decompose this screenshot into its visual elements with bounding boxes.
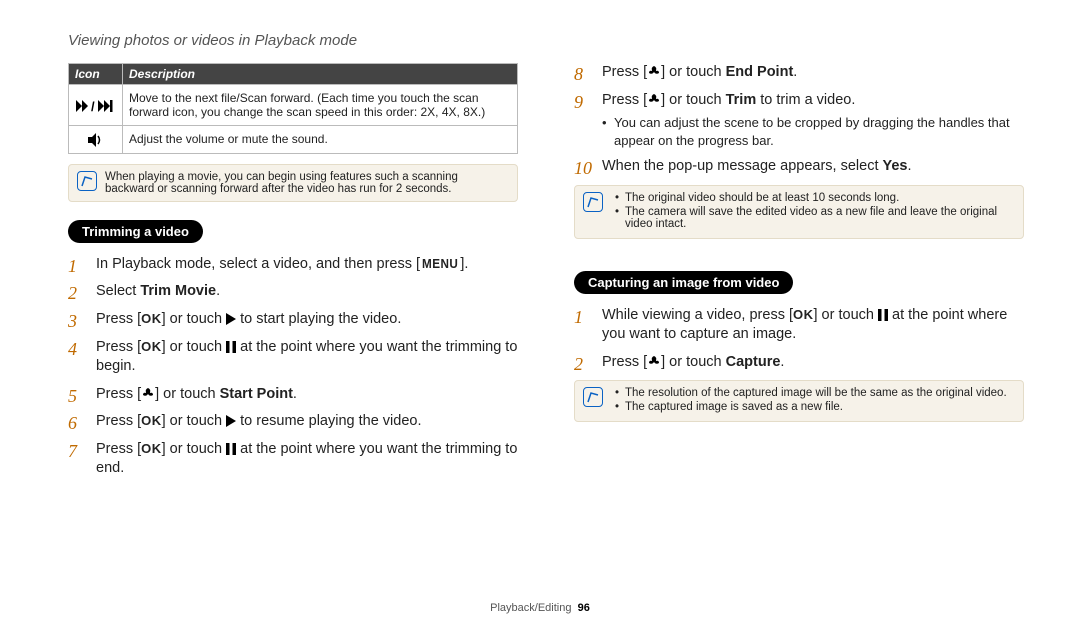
- note-box-capture: The resolution of the captured image wil…: [574, 380, 1024, 422]
- desc-volume: Adjust the volume or mute the sound.: [123, 126, 518, 154]
- step-9-note: You can adjust the scene to be cropped b…: [602, 114, 1024, 149]
- step-3: Press [OK] or touch to start playing the…: [68, 310, 518, 330]
- macro-flower-icon: [647, 354, 661, 368]
- menu-button-label: MENU: [422, 255, 458, 273]
- th-description: Description: [123, 64, 518, 85]
- macro-flower-icon: [141, 386, 155, 400]
- step-9: Press [] or touch Trim to trim a video. …: [574, 91, 1024, 150]
- note-box-trim-constraints: The original video should be at least 10…: [574, 185, 1024, 239]
- note-icon: [583, 387, 603, 407]
- capture-step-1: While viewing a video, press [OK] or tou…: [574, 306, 1024, 345]
- note-box-playback-delay: When playing a movie, you can begin usin…: [68, 164, 518, 202]
- note-icon: [583, 192, 603, 212]
- step-5: Press [] or touch Start Point.: [68, 385, 518, 405]
- step-4: Press [OK] or touch at the point where y…: [68, 338, 518, 377]
- fastforward-next-icon: /: [69, 85, 123, 126]
- macro-flower-icon: [647, 92, 661, 106]
- icon-description-table: Icon Description /: [68, 63, 518, 154]
- note-text: When playing a movie, you can begin usin…: [105, 171, 509, 195]
- steps-capture: While viewing a video, press [OK] or tou…: [574, 306, 1024, 373]
- table-row: / Move to the next file/Scan forward. (E…: [69, 85, 518, 126]
- pause-icon: [878, 309, 888, 321]
- th-icon: Icon: [69, 64, 123, 85]
- steps-trimming: In Playback mode, select a video, and th…: [68, 255, 518, 479]
- ok-button-label: OK: [793, 307, 814, 322]
- right-column: Press [] or touch End Point. Press [] or…: [574, 63, 1024, 487]
- step-1: In Playback mode, select a video, and th…: [68, 255, 518, 275]
- volume-icon: [69, 126, 123, 154]
- note-text: The camera will save the edited video as…: [615, 206, 1015, 230]
- capture-step-2: Press [] or touch Capture.: [574, 353, 1024, 373]
- pause-icon: [226, 443, 236, 455]
- svg-text:/: /: [91, 100, 95, 112]
- note-text: The original video should be at least 10…: [615, 192, 1015, 204]
- section-heading-trimming: Trimming a video: [68, 220, 203, 243]
- desc-fastforward: Move to the next file/Scan forward. (Eac…: [123, 85, 518, 126]
- page-title: Viewing photos or videos in Playback mod…: [68, 32, 1024, 49]
- step-6: Press [OK] or touch to resume playing th…: [68, 412, 518, 432]
- pause-icon: [226, 341, 236, 353]
- ok-button-label: OK: [141, 339, 162, 354]
- note-text: The captured image is saved as a new fil…: [615, 401, 1007, 413]
- table-row: Adjust the volume or mute the sound.: [69, 126, 518, 154]
- step-7: Press [OK] or touch at the point where y…: [68, 440, 518, 479]
- play-icon: [226, 313, 236, 325]
- play-icon: [226, 415, 236, 427]
- section-heading-capture: Capturing an image from video: [574, 271, 793, 294]
- macro-flower-icon: [647, 64, 661, 78]
- step-2: Select Trim Movie.: [68, 282, 518, 302]
- step-10: When the pop-up message appears, select …: [574, 157, 1024, 177]
- steps-trimming-continued: Press [] or touch End Point. Press [] or…: [574, 63, 1024, 177]
- step-8: Press [] or touch End Point.: [574, 63, 1024, 83]
- note-icon: [77, 171, 97, 191]
- left-column: Icon Description /: [68, 63, 518, 487]
- note-text: The resolution of the captured image wil…: [615, 387, 1007, 399]
- page-footer: Playback/Editing 96: [0, 602, 1080, 614]
- ok-button-label: OK: [141, 311, 162, 326]
- ok-button-label: OK: [141, 413, 162, 428]
- ok-button-label: OK: [141, 441, 162, 456]
